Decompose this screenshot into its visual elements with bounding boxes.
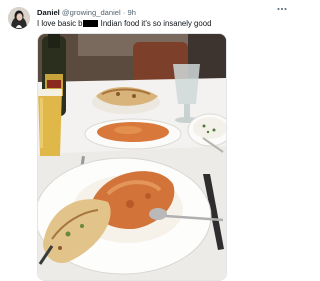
tweet-header: Daniel @growing_daniel · 9h (37, 8, 136, 18)
redaction-bar (82, 20, 98, 27)
separator-dot: · (122, 8, 126, 17)
tweet-text-start: I love basic b (37, 19, 83, 28)
user-handle[interactable]: @growing_daniel (62, 8, 121, 17)
tweet[interactable]: Daniel @growing_daniel · 9h I love basic… (0, 0, 290, 281)
timestamp[interactable]: 9h (128, 8, 136, 17)
more-horizontal-icon[interactable] (277, 5, 287, 13)
tweet-text: I love basic b Indian food it's so insan… (37, 19, 211, 29)
tweet-photo[interactable] (37, 33, 227, 281)
avatar-image (8, 7, 30, 29)
display-name[interactable]: Daniel (37, 8, 60, 17)
food-photo-image (38, 34, 226, 280)
avatar[interactable] (8, 7, 30, 29)
tweet-text-end: Indian food it's so insanely good (98, 19, 212, 28)
